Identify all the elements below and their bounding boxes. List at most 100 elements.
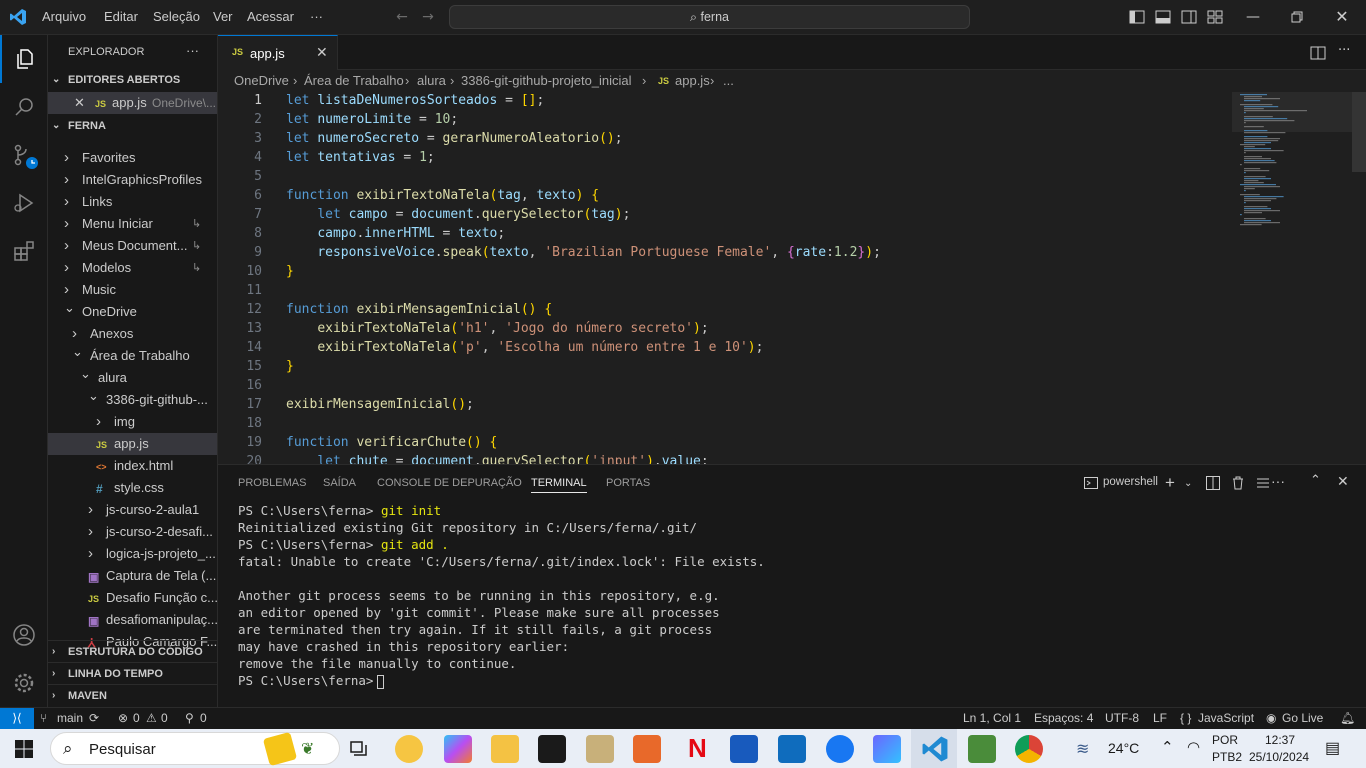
- code-editor[interactable]: 1 2 3 4 5 6 7 8 9 10 11 12 13 14 15 16 17 18 19 20 let list…: [218, 92, 1366, 464]
- tree-item[interactable]: ⌄ alura: [48, 367, 217, 389]
- editor-more-icon[interactable]: ···: [1338, 43, 1350, 58]
- code-line[interactable]: let listaDeNumerosSorteados = [];: [286, 93, 544, 108]
- tree-item[interactable]: › js-curso-2-aula1: [48, 499, 217, 521]
- open-editors-section[interactable]: ⌄ EDITORES ABERTOS: [48, 69, 218, 91]
- winrar-icon[interactable]: [586, 735, 614, 763]
- tree-item[interactable]: JS Desafio Função c...: [48, 587, 217, 609]
- tree-item[interactable]: ⌄ 3386-git-github-...: [48, 389, 217, 411]
- tree-item[interactable]: JS app.js: [48, 433, 217, 455]
- close-window-icon[interactable]: ✕: [1334, 9, 1350, 25]
- weather-temperature[interactable]: 24°C: [1108, 740, 1139, 756]
- explorer-icon[interactable]: [0, 35, 48, 83]
- tree-item[interactable]: › js-curso-2-desafi...: [48, 521, 217, 543]
- copilot-app-icon[interactable]: [873, 735, 901, 763]
- code-line[interactable]: responsiveVoice.speak(texto, 'Brazilian …: [286, 245, 881, 260]
- close-editor-icon[interactable]: ✕: [74, 92, 85, 114]
- tree-item[interactable]: <> index.html: [48, 455, 217, 477]
- trash-icon[interactable]: [1231, 476, 1245, 490]
- shell-name[interactable]: powershell: [1103, 476, 1158, 488]
- menu-selecao[interactable]: Seleção: [153, 9, 200, 24]
- code-line[interactable]: exibirTextoNaTela('p', 'Escolha um númer…: [286, 340, 763, 355]
- maven-section[interactable]: › MAVEN: [48, 684, 218, 706]
- error-count[interactable]: 0: [133, 711, 140, 725]
- wifi-icon[interactable]: ◠: [1187, 738, 1200, 756]
- tree-item[interactable]: ▣ Captura de Tela (...: [48, 565, 217, 587]
- language-mode[interactable]: JavaScript: [1198, 711, 1254, 725]
- tree-item[interactable]: › Favorites: [48, 147, 217, 169]
- source-control-icon[interactable]: [0, 131, 48, 179]
- code-line[interactable]: exibirTextoNaTela('h1', 'Jogo do número …: [286, 321, 708, 336]
- code-line[interactable]: function verificarChute() {: [286, 435, 497, 450]
- toggle-secondary-sidebar-icon[interactable]: [1181, 9, 1197, 25]
- tree-item[interactable]: › Music: [48, 279, 217, 301]
- code-line[interactable]: function exibirMensagemInicial() {: [286, 302, 552, 317]
- extensions-icon[interactable]: [0, 227, 48, 275]
- capcut-icon[interactable]: [538, 735, 566, 763]
- new-terminal-icon[interactable]: +: [1165, 473, 1175, 493]
- code-line[interactable]: let numeroSecreto = gerarNumeroAleatorio…: [286, 131, 623, 146]
- editor-scrollbar[interactable]: [1352, 92, 1366, 172]
- tab-console-depuracao[interactable]: CONSOLE DE DEPURAÇÃO: [377, 477, 522, 489]
- end-of-line[interactable]: LF: [1153, 711, 1167, 725]
- notification-center-icon[interactable]: ▤: [1325, 738, 1340, 758]
- breadcrumb-item[interactable]: 3386-git-github-projeto_inicial: [461, 70, 632, 92]
- code-line[interactable]: campo.innerHTML = texto;: [286, 226, 505, 241]
- go-live-button[interactable]: Go Live: [1282, 711, 1323, 725]
- close-panel-icon[interactable]: ✕: [1337, 473, 1349, 490]
- indentation[interactable]: Espaços: 4: [1034, 711, 1093, 725]
- minimap[interactable]: [1232, 92, 1352, 464]
- emoji-app-icon[interactable]: [395, 735, 423, 763]
- media-player-icon[interactable]: [633, 735, 661, 763]
- breadcrumb-item[interactable]: ...: [723, 70, 734, 92]
- tab-problemas[interactable]: PROBLEMAS: [238, 477, 306, 489]
- encoding[interactable]: UTF-8: [1105, 711, 1139, 725]
- tree-item[interactable]: › logica-js-projeto_...: [48, 543, 217, 565]
- ports-count[interactable]: 0: [200, 711, 207, 725]
- split-terminal-icon[interactable]: [1206, 476, 1220, 490]
- code-line[interactable]: let campo = document.querySelector(tag);: [286, 207, 630, 222]
- netflix-icon[interactable]: N: [688, 733, 707, 764]
- manage-gear-icon[interactable]: [0, 659, 48, 707]
- keyboard-layout[interactable]: PTB2: [1212, 750, 1242, 764]
- tree-item[interactable]: ▣ desafiomanipulaç...: [48, 609, 217, 631]
- toggle-sidebar-icon[interactable]: [1129, 9, 1145, 25]
- tree-item[interactable]: › Meus Document... ↳: [48, 235, 217, 257]
- tree-item[interactable]: › Menu Iniciar ↳: [48, 213, 217, 235]
- task-view-icon[interactable]: [350, 740, 368, 758]
- account-icon[interactable]: [0, 611, 48, 659]
- tree-item[interactable]: ⌄ Área de Trabalho: [48, 345, 217, 367]
- code-line[interactable]: function exibirTextoNaTela(tag, texto) {: [286, 188, 599, 203]
- notifications-icon[interactable]: 🔔︎: [1340, 711, 1355, 725]
- sync-icon[interactable]: ⟳: [89, 711, 99, 725]
- split-editor-icon[interactable]: [1310, 45, 1326, 61]
- minimize-icon[interactable]: —: [1245, 9, 1261, 25]
- tab-terminal[interactable]: TERMINAL: [531, 477, 587, 493]
- chevron-up-icon[interactable]: ⌃: [1161, 738, 1174, 756]
- chrome-icon[interactable]: [1015, 735, 1043, 763]
- maximize-panel-icon[interactable]: ⌃: [1310, 472, 1321, 488]
- command-center-search[interactable]: ⌕ ferna: [449, 5, 970, 29]
- tree-item[interactable]: › Anexos: [48, 323, 217, 345]
- menu-editar[interactable]: Editar: [104, 9, 138, 24]
- clock-date[interactable]: 25/10/2024: [1249, 750, 1309, 764]
- tree-item[interactable]: ⌄ OneDrive: [48, 301, 217, 323]
- taskbar-search[interactable]: ⌕ Pesquisar ❦: [50, 731, 340, 767]
- back-arrow-icon[interactable]: ←: [394, 9, 410, 25]
- remote-icon[interactable]: ⟩⟨: [0, 708, 34, 730]
- menu-ver[interactable]: Ver: [213, 9, 233, 24]
- tree-item[interactable]: › Modelos ↳: [48, 257, 217, 279]
- restore-icon[interactable]: [1289, 9, 1305, 25]
- code-line[interactable]: }: [286, 359, 294, 374]
- tab-portas[interactable]: PORTAS: [606, 477, 650, 489]
- tree-item[interactable]: › Links: [48, 191, 217, 213]
- timeline-section[interactable]: › LINHA DO TEMPO: [48, 662, 218, 684]
- open-editor-item[interactable]: ✕ JS app.js OneDrive\...: [48, 92, 217, 114]
- clock-time[interactable]: 12:37: [1265, 733, 1295, 747]
- warning-count[interactable]: 0: [161, 711, 168, 725]
- panel-more-icon[interactable]: ···: [1271, 473, 1285, 489]
- tab-saida[interactable]: SAÍDA: [323, 477, 356, 489]
- menu-arquivo[interactable]: Arquivo: [42, 9, 86, 24]
- run-debug-icon[interactable]: [0, 179, 48, 227]
- breadcrumb-item[interactable]: alura: [417, 70, 446, 92]
- code-line[interactable]: }: [286, 264, 294, 279]
